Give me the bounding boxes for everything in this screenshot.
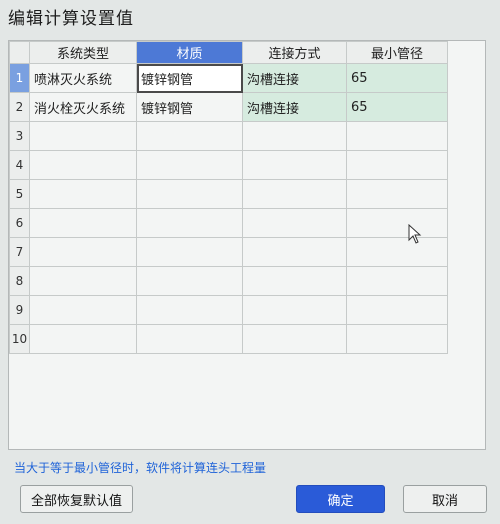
row-number[interactable]: 4 bbox=[9, 150, 30, 180]
col-header-system-type[interactable]: 系统类型 bbox=[29, 41, 137, 64]
cell-system-type[interactable] bbox=[29, 179, 137, 209]
cell-system-type[interactable]: 消火栓灭火系统 bbox=[29, 92, 137, 122]
cell-material[interactable]: 镀锌钢管 bbox=[136, 92, 243, 122]
cell-system-type[interactable] bbox=[29, 121, 137, 151]
cell-material[interactable] bbox=[136, 121, 243, 151]
cell-min-diameter[interactable] bbox=[346, 121, 448, 151]
cell-min-diameter[interactable] bbox=[346, 150, 448, 180]
row-number[interactable]: 5 bbox=[9, 179, 30, 209]
cell-material[interactable] bbox=[136, 295, 243, 325]
cell-connection[interactable] bbox=[242, 150, 347, 180]
table-row[interactable]: 6 bbox=[9, 208, 448, 238]
cell-connection[interactable]: 沟槽连接 bbox=[242, 92, 347, 122]
restore-defaults-button[interactable]: 全部恢复默认值 bbox=[20, 485, 133, 513]
table-row[interactable]: 5 bbox=[9, 179, 448, 209]
cell-connection[interactable] bbox=[242, 295, 347, 325]
cell-system-type[interactable] bbox=[29, 237, 137, 267]
settings-table: 系统类型 材质 连接方式 最小管径 1 喷淋灭火系统 镀锌钢管 沟槽连接 65 … bbox=[9, 41, 448, 354]
cell-material[interactable] bbox=[136, 208, 243, 238]
dialog-title: 编辑计算设置值 bbox=[8, 9, 134, 29]
cell-material[interactable] bbox=[136, 237, 243, 267]
cell-system-type[interactable]: 喷淋灭火系统 bbox=[29, 63, 137, 93]
row-number[interactable]: 8 bbox=[9, 266, 30, 296]
cell-material[interactable] bbox=[136, 150, 243, 180]
row-number[interactable]: 10 bbox=[9, 324, 30, 354]
cell-system-type[interactable] bbox=[29, 266, 137, 296]
table-row[interactable]: 10 bbox=[9, 324, 448, 354]
cell-min-diameter[interactable] bbox=[346, 266, 448, 296]
ok-button[interactable]: 确定 bbox=[296, 485, 385, 513]
col-header-min-diameter[interactable]: 最小管径 bbox=[346, 41, 448, 64]
cell-system-type[interactable] bbox=[29, 324, 137, 354]
cell-min-diameter[interactable]: 65 bbox=[346, 63, 448, 93]
cell-connection[interactable] bbox=[242, 266, 347, 296]
cell-min-diameter[interactable] bbox=[346, 295, 448, 325]
col-header-connection[interactable]: 连接方式 bbox=[242, 41, 347, 64]
cell-min-diameter[interactable] bbox=[346, 179, 448, 209]
cell-min-diameter[interactable] bbox=[346, 208, 448, 238]
row-number[interactable]: 1 bbox=[9, 63, 30, 93]
table-row[interactable]: 4 bbox=[9, 150, 448, 180]
cell-min-diameter[interactable]: 65 bbox=[346, 92, 448, 122]
row-number[interactable]: 9 bbox=[9, 295, 30, 325]
cell-material[interactable]: 镀锌钢管 bbox=[136, 63, 243, 93]
table-row[interactable]: 2 消火栓灭火系统 镀锌钢管 沟槽连接 65 bbox=[9, 92, 448, 122]
row-number[interactable]: 7 bbox=[9, 237, 30, 267]
row-number[interactable]: 2 bbox=[9, 92, 30, 122]
cell-min-diameter[interactable] bbox=[346, 237, 448, 267]
cell-min-diameter[interactable] bbox=[346, 324, 448, 354]
mouse-pointer-icon bbox=[408, 224, 422, 244]
table-row[interactable]: 9 bbox=[9, 295, 448, 325]
hint-text: 当大于等于最小管径时，软件将计算连头工程量 bbox=[14, 461, 267, 475]
cell-connection[interactable] bbox=[242, 179, 347, 209]
table-row[interactable]: 7 bbox=[9, 237, 448, 267]
settings-grid[interactable]: 系统类型 材质 连接方式 最小管径 1 喷淋灭火系统 镀锌钢管 沟槽连接 65 … bbox=[8, 40, 486, 450]
edit-calc-settings-dialog: 编辑计算设置值 系统类型 材质 连接方式 最小管径 1 喷淋灭火系统 镀锌钢管 … bbox=[0, 0, 500, 524]
table-row[interactable]: 1 喷淋灭火系统 镀锌钢管 沟槽连接 65 bbox=[9, 63, 448, 93]
cell-system-type[interactable] bbox=[29, 208, 137, 238]
cell-system-type[interactable] bbox=[29, 295, 137, 325]
corner-cell bbox=[9, 41, 30, 64]
header-row: 系统类型 材质 连接方式 最小管径 bbox=[9, 41, 448, 64]
table-row[interactable]: 8 bbox=[9, 266, 448, 296]
cell-material[interactable] bbox=[136, 266, 243, 296]
col-header-material[interactable]: 材质 bbox=[136, 41, 243, 64]
cell-connection[interactable] bbox=[242, 237, 347, 267]
cell-connection[interactable]: 沟槽连接 bbox=[242, 63, 347, 93]
row-number[interactable]: 3 bbox=[9, 121, 30, 151]
cancel-button[interactable]: 取消 bbox=[403, 485, 487, 513]
cell-system-type[interactable] bbox=[29, 150, 137, 180]
cell-connection[interactable] bbox=[242, 324, 347, 354]
cell-material[interactable] bbox=[136, 179, 243, 209]
cell-material[interactable] bbox=[136, 324, 243, 354]
row-number[interactable]: 6 bbox=[9, 208, 30, 238]
cell-connection[interactable] bbox=[242, 208, 347, 238]
table-row[interactable]: 3 bbox=[9, 121, 448, 151]
cell-connection[interactable] bbox=[242, 121, 347, 151]
